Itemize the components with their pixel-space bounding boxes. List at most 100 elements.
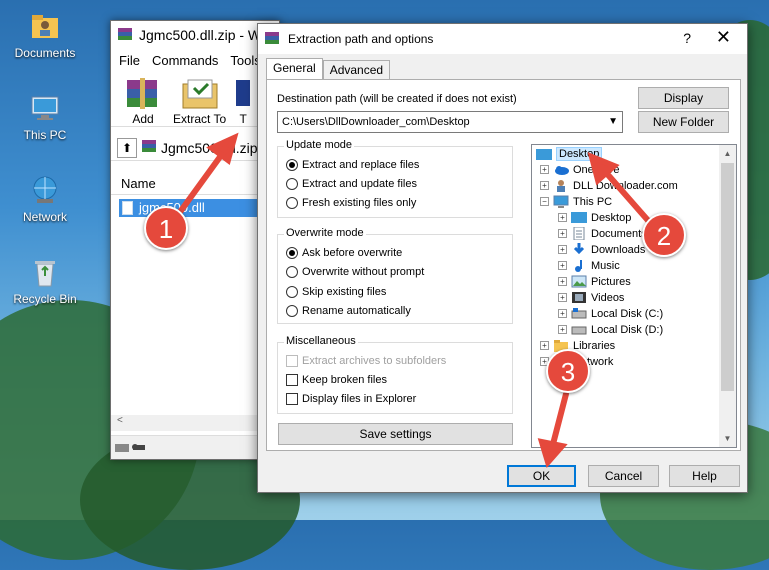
documents-icon — [573, 227, 585, 240]
add-button[interactable]: Add — [123, 76, 163, 126]
desktop-icon-network[interactable]: Network — [0, 174, 90, 224]
tree-item-this-pc[interactable]: − This PC — [540, 195, 612, 208]
ok-button[interactable]: OK — [507, 465, 576, 487]
network-icon — [29, 174, 61, 206]
help-button[interactable]: Help — [669, 465, 740, 487]
tree-item-onedrive[interactable]: + OneDrive — [540, 163, 619, 176]
tree-item-documents[interactable]: + Documents — [558, 227, 647, 240]
film-icon — [572, 292, 586, 303]
extract-to-button[interactable]: Extract To — [173, 76, 226, 126]
test-button[interactable]: T — [236, 76, 251, 126]
radio-overwrite-without-prompt[interactable]: Overwrite without prompt — [286, 266, 424, 278]
check-extract-subfolders[interactable]: Extract archives to subfolders — [286, 355, 446, 367]
test-icon — [236, 76, 251, 110]
tree-item-videos[interactable]: + Videos — [558, 291, 624, 304]
expand-icon[interactable]: + — [540, 341, 549, 350]
menu-file[interactable]: File — [119, 53, 140, 68]
radio-indicator — [286, 197, 298, 209]
tree-item-pictures[interactable]: + Pictures — [558, 275, 631, 288]
winrar-app-icon — [117, 26, 133, 45]
tree-vertical-scrollbar[interactable]: ▲ ▼ — [719, 145, 736, 447]
check-keep-broken[interactable]: Keep broken files — [286, 374, 387, 386]
new-folder-button[interactable]: New Folder — [638, 111, 729, 133]
archive-icon — [141, 138, 157, 157]
menu-commands[interactable]: Commands — [152, 53, 218, 68]
drive-key-icon — [115, 441, 149, 458]
radio-rename-automatically[interactable]: Rename automatically — [286, 305, 411, 317]
scroll-down-icon[interactable]: ▼ — [719, 430, 736, 447]
chevron-down-icon[interactable]: ▼ — [608, 112, 618, 132]
file-row[interactable]: jgmc500.dll — [119, 199, 269, 217]
tree-item-libraries[interactable]: + Libraries — [540, 339, 615, 352]
pictures-icon — [571, 275, 587, 288]
expand-icon[interactable]: + — [558, 325, 567, 334]
tree-item-music[interactable]: + Music — [558, 259, 620, 272]
tree-item-pc-desktop[interactable]: + Desktop — [558, 211, 631, 224]
collapse-icon[interactable]: − — [540, 197, 549, 206]
tab-advanced[interactable]: Advanced — [322, 60, 391, 80]
expand-icon[interactable]: + — [558, 213, 567, 222]
music-note-icon — [575, 260, 582, 272]
scroll-up-icon[interactable]: ▲ — [719, 145, 736, 162]
winrar-toolbar: Add Extract To T — [111, 71, 279, 127]
winrar-titlebar[interactable]: Jgmc500.dll.zip - W — [111, 21, 279, 49]
desktop-icon-recycle-bin[interactable]: Recycle Bin — [0, 256, 90, 306]
expand-icon[interactable]: + — [540, 181, 549, 190]
destination-path-value: C:\Users\DllDownloader_com\Desktop — [282, 116, 470, 128]
radio-indicator — [286, 305, 298, 317]
expand-icon[interactable]: + — [558, 229, 567, 238]
tree-item-user[interactable]: + DLL Downloader.com — [540, 179, 678, 192]
close-button[interactable]: ✕ — [716, 27, 731, 48]
radio-extract-update[interactable]: Extract and update files — [286, 178, 417, 190]
user-icon — [557, 180, 565, 192]
horizontal-scrollbar[interactable]: < — [111, 415, 279, 431]
cancel-button[interactable]: Cancel — [588, 465, 659, 487]
desktop-icon-this-pc[interactable]: This PC — [0, 92, 90, 142]
archive-path[interactable]: Jgmc500.dll.zip — [161, 140, 258, 156]
expand-icon[interactable]: + — [558, 245, 567, 254]
up-arrow-icon: ⬆ — [121, 140, 133, 155]
tree-item-downloads[interactable]: + Downloads — [558, 243, 645, 256]
display-button[interactable]: Display — [638, 87, 729, 109]
step-2-badge: 2 — [642, 213, 686, 257]
help-question-button[interactable]: ? — [683, 30, 691, 46]
winrar-window: Jgmc500.dll.zip - W File Commands Tools … — [110, 20, 280, 460]
tree-item-local-disk-d[interactable]: + Local Disk (D:) — [558, 323, 663, 336]
tree-item-desktop[interactable]: Desktop — [536, 147, 603, 161]
scroll-thumb[interactable] — [721, 163, 734, 391]
miscellaneous-title: Miscellaneous — [284, 335, 358, 347]
tab-general[interactable]: General — [266, 58, 323, 80]
up-folder-button[interactable]: ⬆ — [117, 137, 137, 158]
expand-icon[interactable]: + — [558, 277, 567, 286]
desktop-icon-label: Recycle Bin — [13, 292, 77, 306]
dialog-title: Extraction path and options — [288, 32, 434, 46]
radio-ask-before-overwrite[interactable]: Ask before overwrite — [286, 247, 402, 259]
winrar-statusbar — [111, 435, 279, 459]
desktop-icon — [536, 148, 552, 160]
tab-strip: General Advanced — [266, 58, 391, 80]
check-display-explorer[interactable]: Display files in Explorer — [286, 393, 416, 405]
save-settings-button[interactable]: Save settings — [278, 423, 513, 445]
desktop-icon-documents[interactable]: Documents — [0, 10, 90, 60]
hard-drive-icon — [571, 308, 587, 319]
expand-icon[interactable]: + — [558, 293, 567, 302]
destination-path-combobox[interactable]: C:\Users\DllDownloader_com\Desktop ▼ — [277, 111, 623, 133]
expand-icon[interactable]: + — [558, 309, 567, 318]
radio-extract-replace[interactable]: Extract and replace files — [286, 159, 419, 171]
expand-icon[interactable]: + — [540, 165, 549, 174]
step-3-badge: 3 — [546, 349, 590, 393]
tree-item-local-disk-c[interactable]: + Local Disk (C:) — [558, 307, 663, 320]
hard-drive-icon — [571, 326, 587, 335]
column-header-name[interactable]: Name — [111, 173, 279, 195]
radio-fresh-existing[interactable]: Fresh existing files only — [286, 197, 416, 209]
overwrite-mode-title: Overwrite mode — [284, 227, 366, 239]
computer-icon — [29, 92, 61, 124]
dialog-titlebar[interactable]: Extraction path and options ? ✕ — [258, 24, 747, 54]
winrar-title: Jgmc500.dll.zip - W — [139, 27, 262, 43]
radio-skip-existing[interactable]: Skip existing files — [286, 286, 386, 298]
expand-icon[interactable]: + — [558, 261, 567, 270]
computer-icon — [553, 195, 569, 208]
general-tab-panel: Destination path (will be created if doe… — [266, 79, 741, 451]
archive-add-icon — [123, 76, 163, 110]
radio-indicator — [286, 159, 298, 171]
